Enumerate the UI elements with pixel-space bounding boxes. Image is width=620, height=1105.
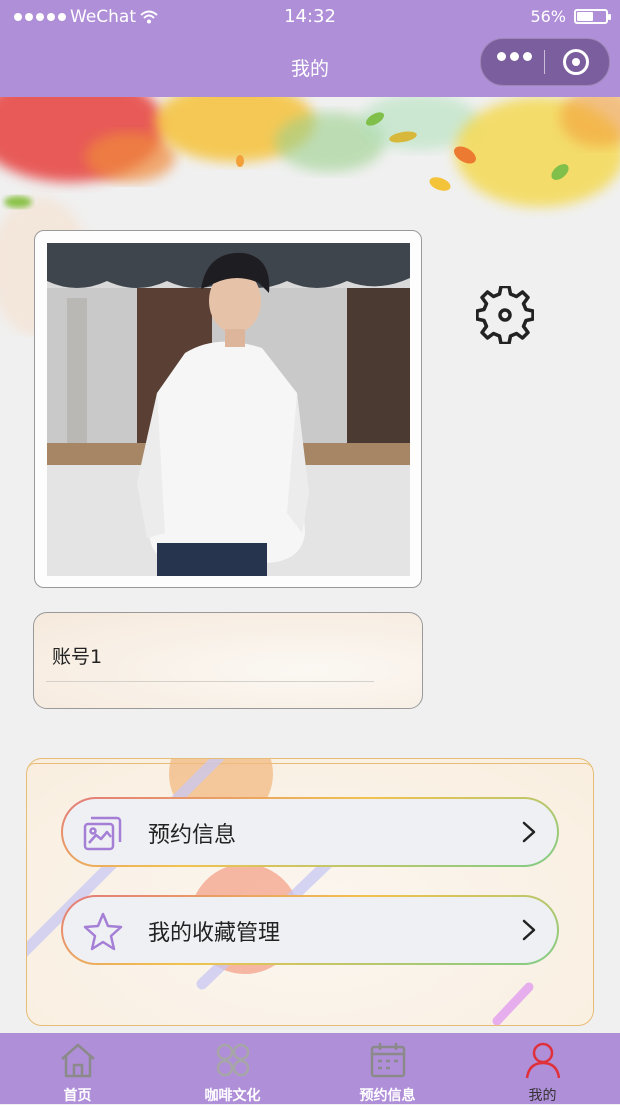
mini-program-capsule bbox=[480, 38, 610, 86]
account-divider bbox=[46, 681, 374, 682]
tab-label: 首页 bbox=[63, 1088, 92, 1104]
tab-coffee-culture[interactable]: 咖啡文化 bbox=[155, 1033, 310, 1104]
capsule-divider bbox=[544, 50, 545, 74]
avatar bbox=[47, 243, 410, 576]
battery-icon bbox=[574, 9, 611, 24]
tab-label: 咖啡文化 bbox=[204, 1088, 261, 1104]
chevron-right-icon bbox=[522, 821, 536, 843]
clover-icon bbox=[216, 1043, 249, 1077]
battery-percent: 56% bbox=[530, 7, 566, 26]
status-bar: WeChat 14:32 56% bbox=[0, 0, 620, 34]
more-options-icon[interactable] bbox=[497, 52, 532, 61]
tab-label: 我的 bbox=[528, 1088, 557, 1104]
tab-label: 预约信息 bbox=[359, 1088, 416, 1104]
settings-gear-icon[interactable] bbox=[476, 286, 534, 344]
account-name: 账号1 bbox=[52, 646, 103, 668]
tab-home[interactable]: 首页 bbox=[0, 1033, 155, 1104]
tab-bar: 首页 咖啡文化 预约信息 我的 bbox=[0, 1033, 620, 1104]
navigation-bar: 我的 bbox=[0, 34, 620, 97]
avatar-card[interactable] bbox=[34, 230, 422, 588]
status-time: 14:32 bbox=[284, 6, 336, 27]
battery-status: 56% bbox=[530, 7, 611, 26]
menu-item-appointment-info[interactable]: 预约信息 bbox=[61, 797, 559, 867]
star-icon bbox=[83, 912, 123, 951]
home-icon bbox=[60, 1043, 95, 1078]
gallery-icon bbox=[83, 816, 122, 851]
user-icon bbox=[525, 1042, 560, 1079]
menu-item-label: 预约信息 bbox=[148, 823, 237, 848]
close-mini-program-icon[interactable] bbox=[563, 49, 589, 75]
menu-item-label: 我的收藏管理 bbox=[148, 921, 281, 946]
tab-appointment-info[interactable]: 预约信息 bbox=[310, 1033, 465, 1104]
chevron-right-icon bbox=[522, 919, 536, 941]
menu-panel: 预约信息 我的收藏管理 bbox=[26, 758, 594, 1026]
menu-item-my-favorites[interactable]: 我的收藏管理 bbox=[61, 895, 559, 965]
tab-mine[interactable]: 我的 bbox=[465, 1033, 620, 1104]
calendar-icon bbox=[370, 1043, 405, 1078]
account-card: 账号1 bbox=[33, 612, 423, 709]
